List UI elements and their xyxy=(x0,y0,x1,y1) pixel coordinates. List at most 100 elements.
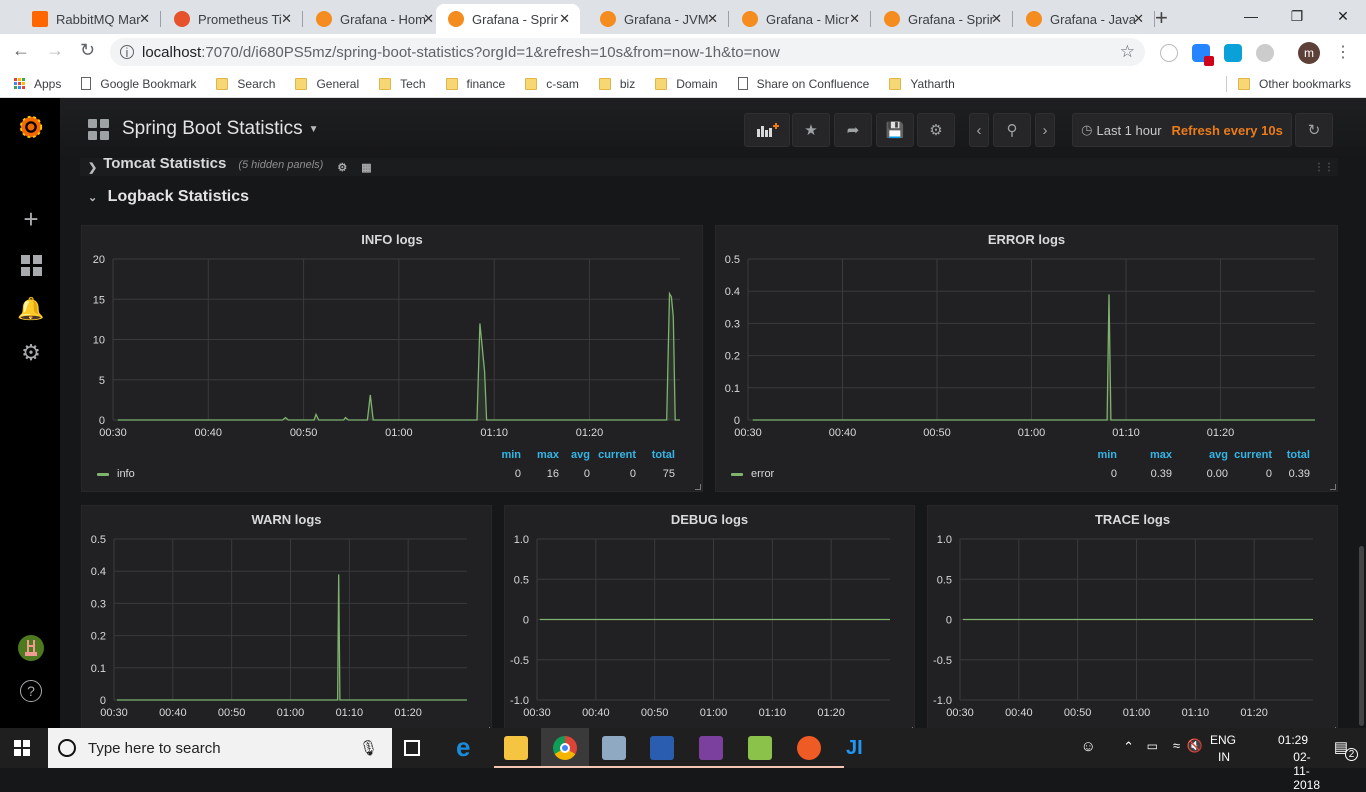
browser-tab[interactable]: Grafana - Hom ✕ xyxy=(304,4,444,34)
battery-icon[interactable]: ▭ xyxy=(1147,739,1158,753)
chrome-icon[interactable] xyxy=(553,736,577,760)
configuration-gear-icon[interactable]: ⚙ xyxy=(18,340,44,366)
microphone-icon[interactable]: 🎙 xyxy=(359,739,378,757)
bookmark-item[interactable]: Domain xyxy=(655,77,718,91)
extension-icon[interactable] xyxy=(1160,44,1178,62)
row-logback-statistics[interactable]: ⌄ Logback Statistics xyxy=(88,188,249,206)
bookmark-item[interactable]: c-sam xyxy=(525,77,579,91)
graph-canvas[interactable]: 0 0.1 0.2 0.3 0.4 0.5 00:30 00:40 00:50 01:00 01:1… xyxy=(82,506,491,728)
series-color-swatch[interactable] xyxy=(731,472,743,476)
restore-button[interactable]: ❐ xyxy=(1274,0,1320,32)
time-back-button[interactable]: ‹ xyxy=(969,113,989,147)
browser-tab[interactable]: Prometheus Ti ✕ xyxy=(162,4,303,34)
share-extension-icon[interactable] xyxy=(1224,44,1242,62)
language-top[interactable]: ENG xyxy=(1210,733,1236,747)
browser-tab[interactable]: Grafana - Micr ✕ xyxy=(730,4,871,34)
dashboard-picker[interactable]: Spring Boot Statistics ▼ xyxy=(88,118,319,140)
info-icon[interactable]: i xyxy=(120,45,134,60)
legend-header-max[interactable]: max xyxy=(537,449,559,461)
edge-icon[interactable]: e xyxy=(456,734,480,760)
wifi-icon[interactable]: ≈ xyxy=(1173,738,1180,753)
profile-avatar[interactable]: m xyxy=(1298,42,1320,64)
postman-icon[interactable] xyxy=(797,736,821,760)
legend-header-current[interactable]: current xyxy=(1234,449,1272,461)
alerting-bell-icon[interactable]: 🔔 xyxy=(17,296,44,322)
panel-info-logs[interactable]: INFO logs 0 5 10 15 20 00:30 00:40 00:50 01:00 01:… xyxy=(81,225,703,492)
time-picker-button[interactable]: ◷ Last 1 hour Refresh every 10s xyxy=(1072,113,1292,147)
back-icon[interactable]: ← xyxy=(12,40,30,61)
grafana-logo-icon[interactable] xyxy=(18,114,44,140)
browser-tab[interactable]: Grafana - Java ✕ xyxy=(1014,4,1155,34)
row-settings-icon[interactable]: ⚙ xyxy=(337,161,347,174)
powershell-icon[interactable] xyxy=(650,736,674,760)
panel-resize-handle[interactable] xyxy=(695,484,701,490)
close-tab-icon[interactable]: ✕ xyxy=(991,11,1002,27)
close-tab-icon[interactable]: ✕ xyxy=(1133,11,1144,27)
zoom-out-button[interactable]: ⚲ xyxy=(993,113,1031,147)
panel-warn-logs[interactable]: WARN logs 0 0.1 0.2 0.3 0.4 0.5 00:30 00:40 00:50… xyxy=(81,505,492,728)
bookmark-item[interactable]: Yatharth xyxy=(889,77,955,91)
language-bottom[interactable]: IN xyxy=(1218,750,1230,764)
graph-canvas[interactable]: -1.0 -0.5 0 0.5 1.0 00:30 00:40 00:50 01:00 01:10… xyxy=(928,506,1337,728)
bookmark-item[interactable]: Google Bookmark xyxy=(81,77,196,91)
browser-tab[interactable]: Grafana - Sprir ✕ xyxy=(436,4,580,34)
row-tomcat-statistics[interactable]: ❯ Tomcat Statistics (5 hidden panels) ⚙ … xyxy=(80,158,1338,176)
intellij-icon[interactable]: JI xyxy=(846,736,870,760)
bookmark-item[interactable]: General xyxy=(295,77,359,91)
star-dashboard-button[interactable]: ★ xyxy=(792,113,830,147)
bookmark-item[interactable]: Apps xyxy=(14,77,61,91)
browser-tab[interactable]: RabbitMQ Mar ✕ xyxy=(20,4,161,34)
menu-icon[interactable]: ⋮ xyxy=(1334,44,1352,62)
panel-debug-logs[interactable]: DEBUG logs -1.0 -0.5 0 0.5 1.0 00:30 00:40 00:50… xyxy=(504,505,915,728)
save-dashboard-button[interactable]: 💾 xyxy=(876,113,914,147)
reload-icon[interactable]: ↻ xyxy=(80,40,95,61)
onenote-icon[interactable] xyxy=(699,736,723,760)
legend-item[interactable]: error xyxy=(731,468,774,480)
legend-header-avg[interactable]: avg xyxy=(1209,449,1228,461)
task-view-icon[interactable] xyxy=(404,740,420,756)
close-tab-icon[interactable]: ✕ xyxy=(281,11,292,27)
panel-error-logs[interactable]: ERROR logs 0 0.1 0.2 0.3 0.4 0.5 00:30 00:40 00:5… xyxy=(715,225,1338,492)
bookmark-item[interactable]: Share on Confluence xyxy=(737,77,869,91)
time-forward-button[interactable]: › xyxy=(1035,113,1055,147)
dashboards-icon[interactable] xyxy=(18,252,44,278)
new-tab-button[interactable]: + xyxy=(1155,5,1168,31)
scrollbar[interactable] xyxy=(1359,546,1364,726)
add-panel-button[interactable] xyxy=(744,113,790,147)
browser-tab[interactable]: Grafana - Sprir ✕ xyxy=(872,4,1013,34)
row-delete-icon[interactable]: ▦ xyxy=(361,161,371,174)
share-dashboard-button[interactable]: ➦ xyxy=(834,113,872,147)
close-tab-icon[interactable]: ✕ xyxy=(423,11,434,27)
user-avatar[interactable] xyxy=(18,635,44,661)
legend-header-total[interactable]: total xyxy=(652,449,675,461)
bookmark-item[interactable]: Search xyxy=(216,77,275,91)
browser-tab[interactable]: Grafana - JVM ✕ xyxy=(588,4,729,34)
close-tab-icon[interactable]: ✕ xyxy=(139,11,150,27)
clock-date[interactable]: 02-11-2018 xyxy=(1293,750,1320,792)
volume-muted-icon[interactable]: 🔇 xyxy=(1187,738,1203,754)
legend-header-avg[interactable]: avg xyxy=(571,449,590,461)
graph-canvas[interactable]: -1.0 -0.5 0 0.5 1.0 00:30 00:40 00:50 01:00 01:10… xyxy=(505,506,914,728)
jira-extension-icon[interactable] xyxy=(1192,44,1214,66)
legend-header-total[interactable]: total xyxy=(1287,449,1310,461)
show-hidden-icons[interactable]: ⌃ xyxy=(1123,739,1134,755)
performance-monitor-icon[interactable] xyxy=(602,736,626,760)
legend-item[interactable]: info xyxy=(97,468,135,480)
taskbar-search[interactable]: Type here to search 🎙 xyxy=(48,728,392,768)
legend-header-current[interactable]: current xyxy=(598,449,636,461)
panel-resize-handle[interactable] xyxy=(1330,484,1336,490)
url-bar[interactable]: i localhost:7070/d/i680PS5mz/spring-boot… xyxy=(110,38,1145,66)
people-icon[interactable]: ☺ xyxy=(1081,738,1096,755)
windows-start-icon[interactable] xyxy=(14,740,30,756)
legend-header-min[interactable]: min xyxy=(1097,449,1117,461)
close-window-button[interactable]: ✕ xyxy=(1320,0,1366,32)
legend-header-max[interactable]: max xyxy=(1150,449,1172,461)
help-icon[interactable]: ? xyxy=(20,680,42,702)
row-drag-handle[interactable]: ⋮⋮ xyxy=(1314,162,1334,173)
skype-extension-icon[interactable] xyxy=(1256,44,1274,62)
other-bookmarks[interactable]: Other bookmarks xyxy=(1238,77,1351,91)
bookmark-star-icon[interactable]: ☆ xyxy=(1120,42,1135,62)
bookmark-item[interactable]: biz xyxy=(598,77,635,91)
minimize-button[interactable]: — xyxy=(1228,0,1274,32)
bookmark-item[interactable]: Tech xyxy=(379,77,426,91)
